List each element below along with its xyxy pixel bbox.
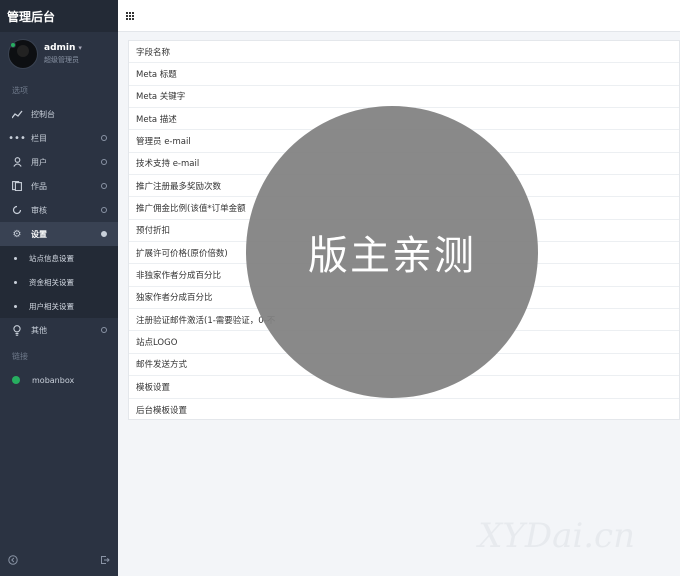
brand-title: 管理后台 [0,0,118,32]
chevron-down-icon: ▾ [78,44,82,52]
section-options-title: 选项 [12,86,28,95]
table-row: Meta 标题 [129,63,679,86]
sidebar-item-label: 其他 [31,325,47,335]
online-status-icon [10,42,16,48]
corner-watermark: XYDai.cn [478,516,635,556]
sidebar-item-label: 用户 [31,157,47,167]
table-row: 字段名称 [129,41,679,64]
sidebar-footer [0,546,118,576]
sidebar-item-label: 栏目 [31,133,47,143]
sidebar-subitem-label: 站点信息设置 [29,253,74,263]
watermark-stamp-text: 版主亲测 [308,233,476,279]
expand-indicator-icon [101,327,107,333]
sidebar-item-label: 审核 [31,205,47,215]
user-menu[interactable]: admin ▾ [44,43,82,53]
top-bar [118,0,680,32]
section-links-title: 链接 [12,352,28,361]
expand-indicator-icon [101,183,107,189]
table-row: 后台模板设置 [136,405,188,416]
sidebar-item-settings[interactable]: ⚙ 设置 [0,222,118,246]
table-row: Meta 关键字 [129,86,679,109]
sidebar-item-dashboard[interactable]: 控制台 [0,102,118,126]
expand-indicator-icon [101,231,107,237]
bulb-icon [11,324,23,336]
expand-indicator-icon [101,207,107,213]
bullet-icon [14,256,17,260]
gear-icon: ⚙ [12,228,22,240]
sidebar-item-users[interactable]: 用户 [0,150,118,174]
username: admin [44,43,76,53]
sidebar-subitem-label: 资金相关设置 [29,277,74,287]
chart-line-icon [11,108,23,120]
sidebar-item-columns[interactable]: ••• 栏目 [0,126,118,150]
logout-icon[interactable] [100,555,110,568]
bullet-icon [14,280,17,284]
watermark-stamp: 版主亲测 [246,106,538,398]
sidebar: 管理后台 admin ▾ 超级管理员 选项 控制台 ••• 栏目 用户 作品 审… [0,0,118,576]
dots-icon: ••• [8,132,26,144]
user-icon [11,156,23,168]
user-role: 超级管理员 [44,56,79,64]
sidebar-item-label: 设置 [31,229,47,239]
copy-icon [11,180,23,192]
sidebar-item-label: 控制台 [31,109,55,119]
sidebar-subitem-user-settings[interactable]: 用户相关设置 [0,294,118,318]
sidebar-subitem-label: 用户相关设置 [29,301,74,311]
sidebar-item-works[interactable]: 作品 [0,174,118,198]
sidebar-subitem-site-info[interactable]: 站点信息设置 [0,246,118,270]
sidebar-link-label: mobanbox [32,375,75,385]
collapse-icon[interactable] [8,554,18,568]
bullet-icon [14,304,17,308]
sidebar-subitem-finance[interactable]: 资金相关设置 [0,270,118,294]
sidebar-link-mobanbox[interactable]: mobanbox [0,368,118,392]
expand-indicator-icon [101,159,107,165]
apps-grid-icon[interactable] [126,11,134,20]
expand-indicator-icon [101,135,107,141]
sidebar-item-other[interactable]: 其他 [0,318,118,342]
status-dot-icon [12,376,20,384]
user-panel[interactable]: admin ▾ 超级管理员 [0,32,118,76]
refresh-icon [11,204,23,216]
sidebar-item-review[interactable]: 审核 [0,198,118,222]
sidebar-item-label: 作品 [31,181,47,191]
